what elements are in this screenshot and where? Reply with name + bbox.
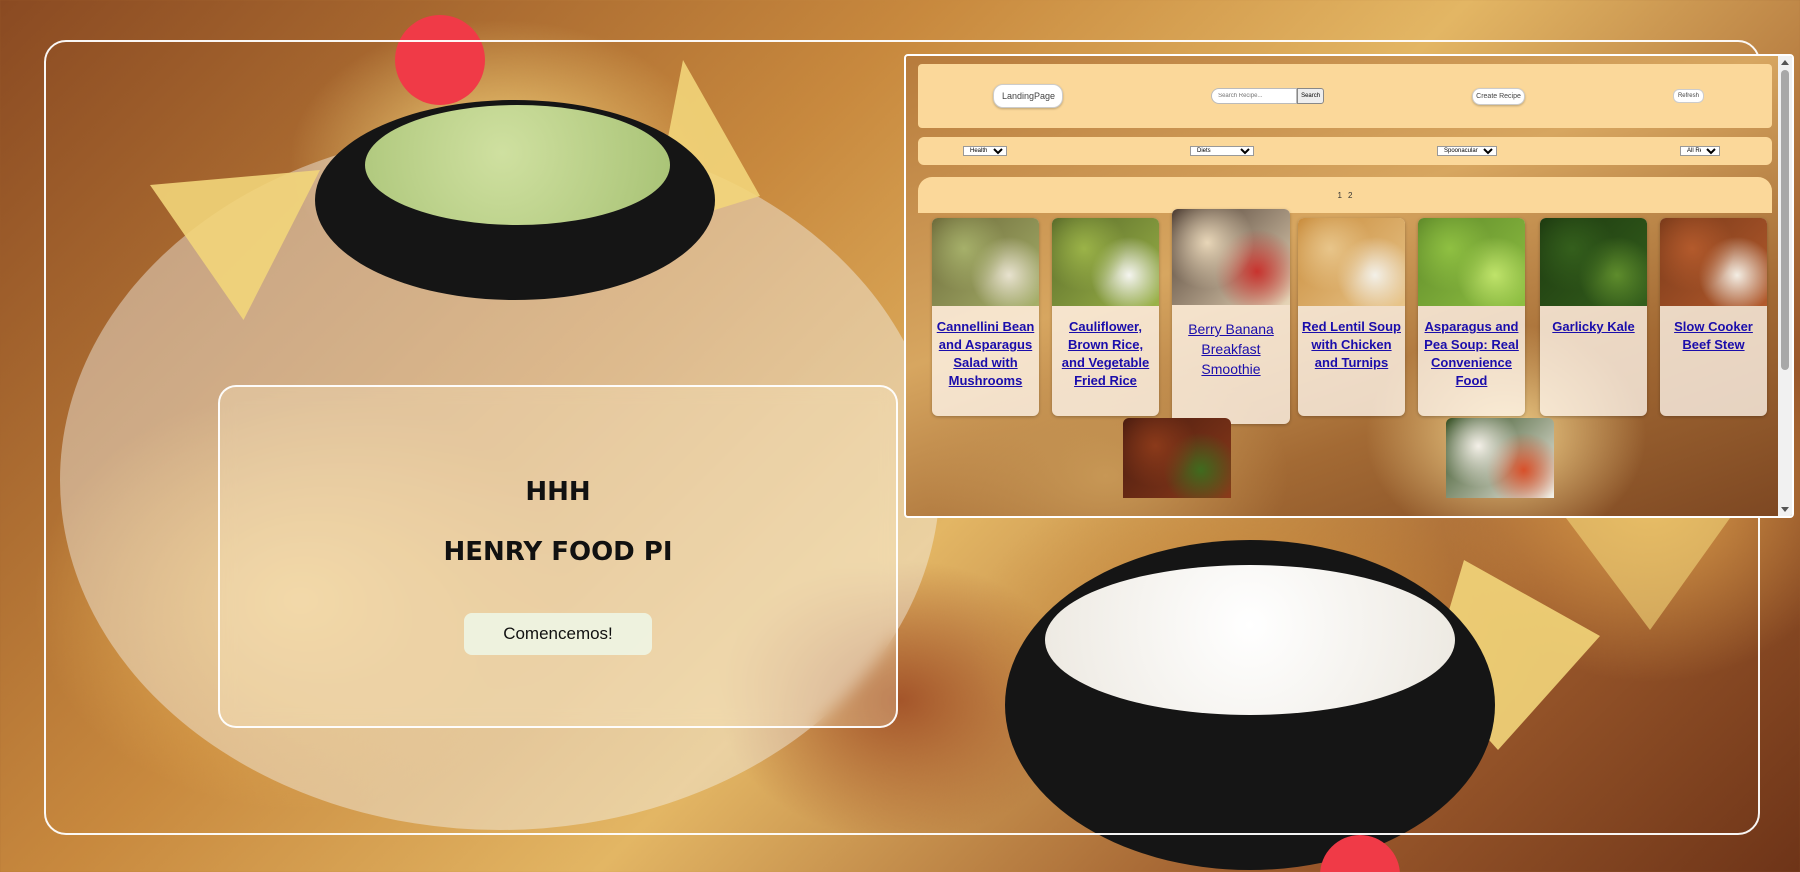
create-recipe-button[interactable]: Create Recipe [1472,87,1525,105]
page-2-link[interactable]: 2 [1348,191,1352,200]
scroll-down-arrow-icon[interactable] [1781,507,1789,512]
search-button[interactable]: Search [1297,88,1325,104]
smoothie-image [1172,209,1290,305]
health-score-select[interactable]: Health Score [963,146,1007,156]
landing-card: HHH HENRY FOOD PI Comencemos! [218,385,898,728]
scrollbar-thumb[interactable] [1781,70,1789,370]
kale-image [1540,218,1647,306]
recipe-card[interactable]: Garlicky Kale [1540,218,1647,416]
recipe-card[interactable]: Cannellini Bean and Asparagus Salad with… [932,218,1039,416]
stir-fry-image [1123,418,1231,498]
recipe-title-link[interactable]: Red Lentil Soup with Chicken and Turnips [1298,306,1405,372]
pagination: 1 2 [918,177,1772,213]
refresh-button[interactable]: Refresh [1672,89,1704,103]
page-1-link[interactable]: 1 [1338,191,1342,200]
recipe-card[interactable] [1446,418,1554,498]
recipe-card[interactable]: Berry Banana Breakfast Smoothie [1172,209,1290,424]
recipe-title-link[interactable]: Asparagus and Pea Soup: Real Convenience… [1418,306,1525,390]
search-input[interactable] [1211,88,1298,104]
salad-image [932,218,1039,306]
search-bar: Search [1211,88,1325,104]
pea-soup-image [1418,218,1525,306]
diets-select[interactable]: Diets [1190,146,1254,156]
recipe-cards-row-2 [918,418,1772,498]
vertical-scrollbar[interactable] [1778,56,1792,516]
scroll-up-arrow-icon[interactable] [1781,60,1789,65]
filter-bar: Health Score Diets Spoonacular Score All… [918,137,1772,165]
soup-image [1298,218,1405,306]
recipe-card[interactable] [1123,418,1231,498]
recipe-card[interactable]: Slow Cooker Beef Stew [1660,218,1767,416]
spoonacular-score-select[interactable]: Spoonacular Score [1437,146,1497,156]
recipe-title-link[interactable]: Garlicky Kale [1540,306,1647,336]
recipe-title-link[interactable]: Berry Banana Breakfast Smoothie [1172,305,1290,379]
landing-page-button[interactable]: LandingPage [993,84,1063,108]
all-recipes-select[interactable]: All Recipes [1680,146,1720,156]
recipe-title-link[interactable]: Cauliflower, Brown Rice, and Vegetable F… [1052,306,1159,390]
recipe-title-link[interactable]: Cannellini Bean and Asparagus Salad with… [932,306,1039,390]
stuffed-peppers-image [1446,418,1554,498]
fried-rice-image [1052,218,1159,306]
landing-title: HHH [525,477,591,507]
app-preview-window: LandingPage Search Create Recipe Refresh… [904,54,1794,518]
beef-stew-image [1660,218,1767,306]
start-button[interactable]: Comencemos! [464,613,652,655]
landing-subtitle: HENRY FOOD PI [443,537,673,567]
navbar: LandingPage Search Create Recipe Refresh [918,64,1772,128]
recipe-card[interactable]: Red Lentil Soup with Chicken and Turnips [1298,218,1405,416]
recipe-card[interactable]: Cauliflower, Brown Rice, and Vegetable F… [1052,218,1159,416]
app-content: LandingPage Search Create Recipe Refresh… [906,56,1778,516]
recipe-card[interactable]: Asparagus and Pea Soup: Real Convenience… [1418,218,1525,416]
recipe-cards: Cannellini Bean and Asparagus Salad with… [918,209,1772,424]
recipe-title-link[interactable]: Slow Cooker Beef Stew [1660,306,1767,354]
